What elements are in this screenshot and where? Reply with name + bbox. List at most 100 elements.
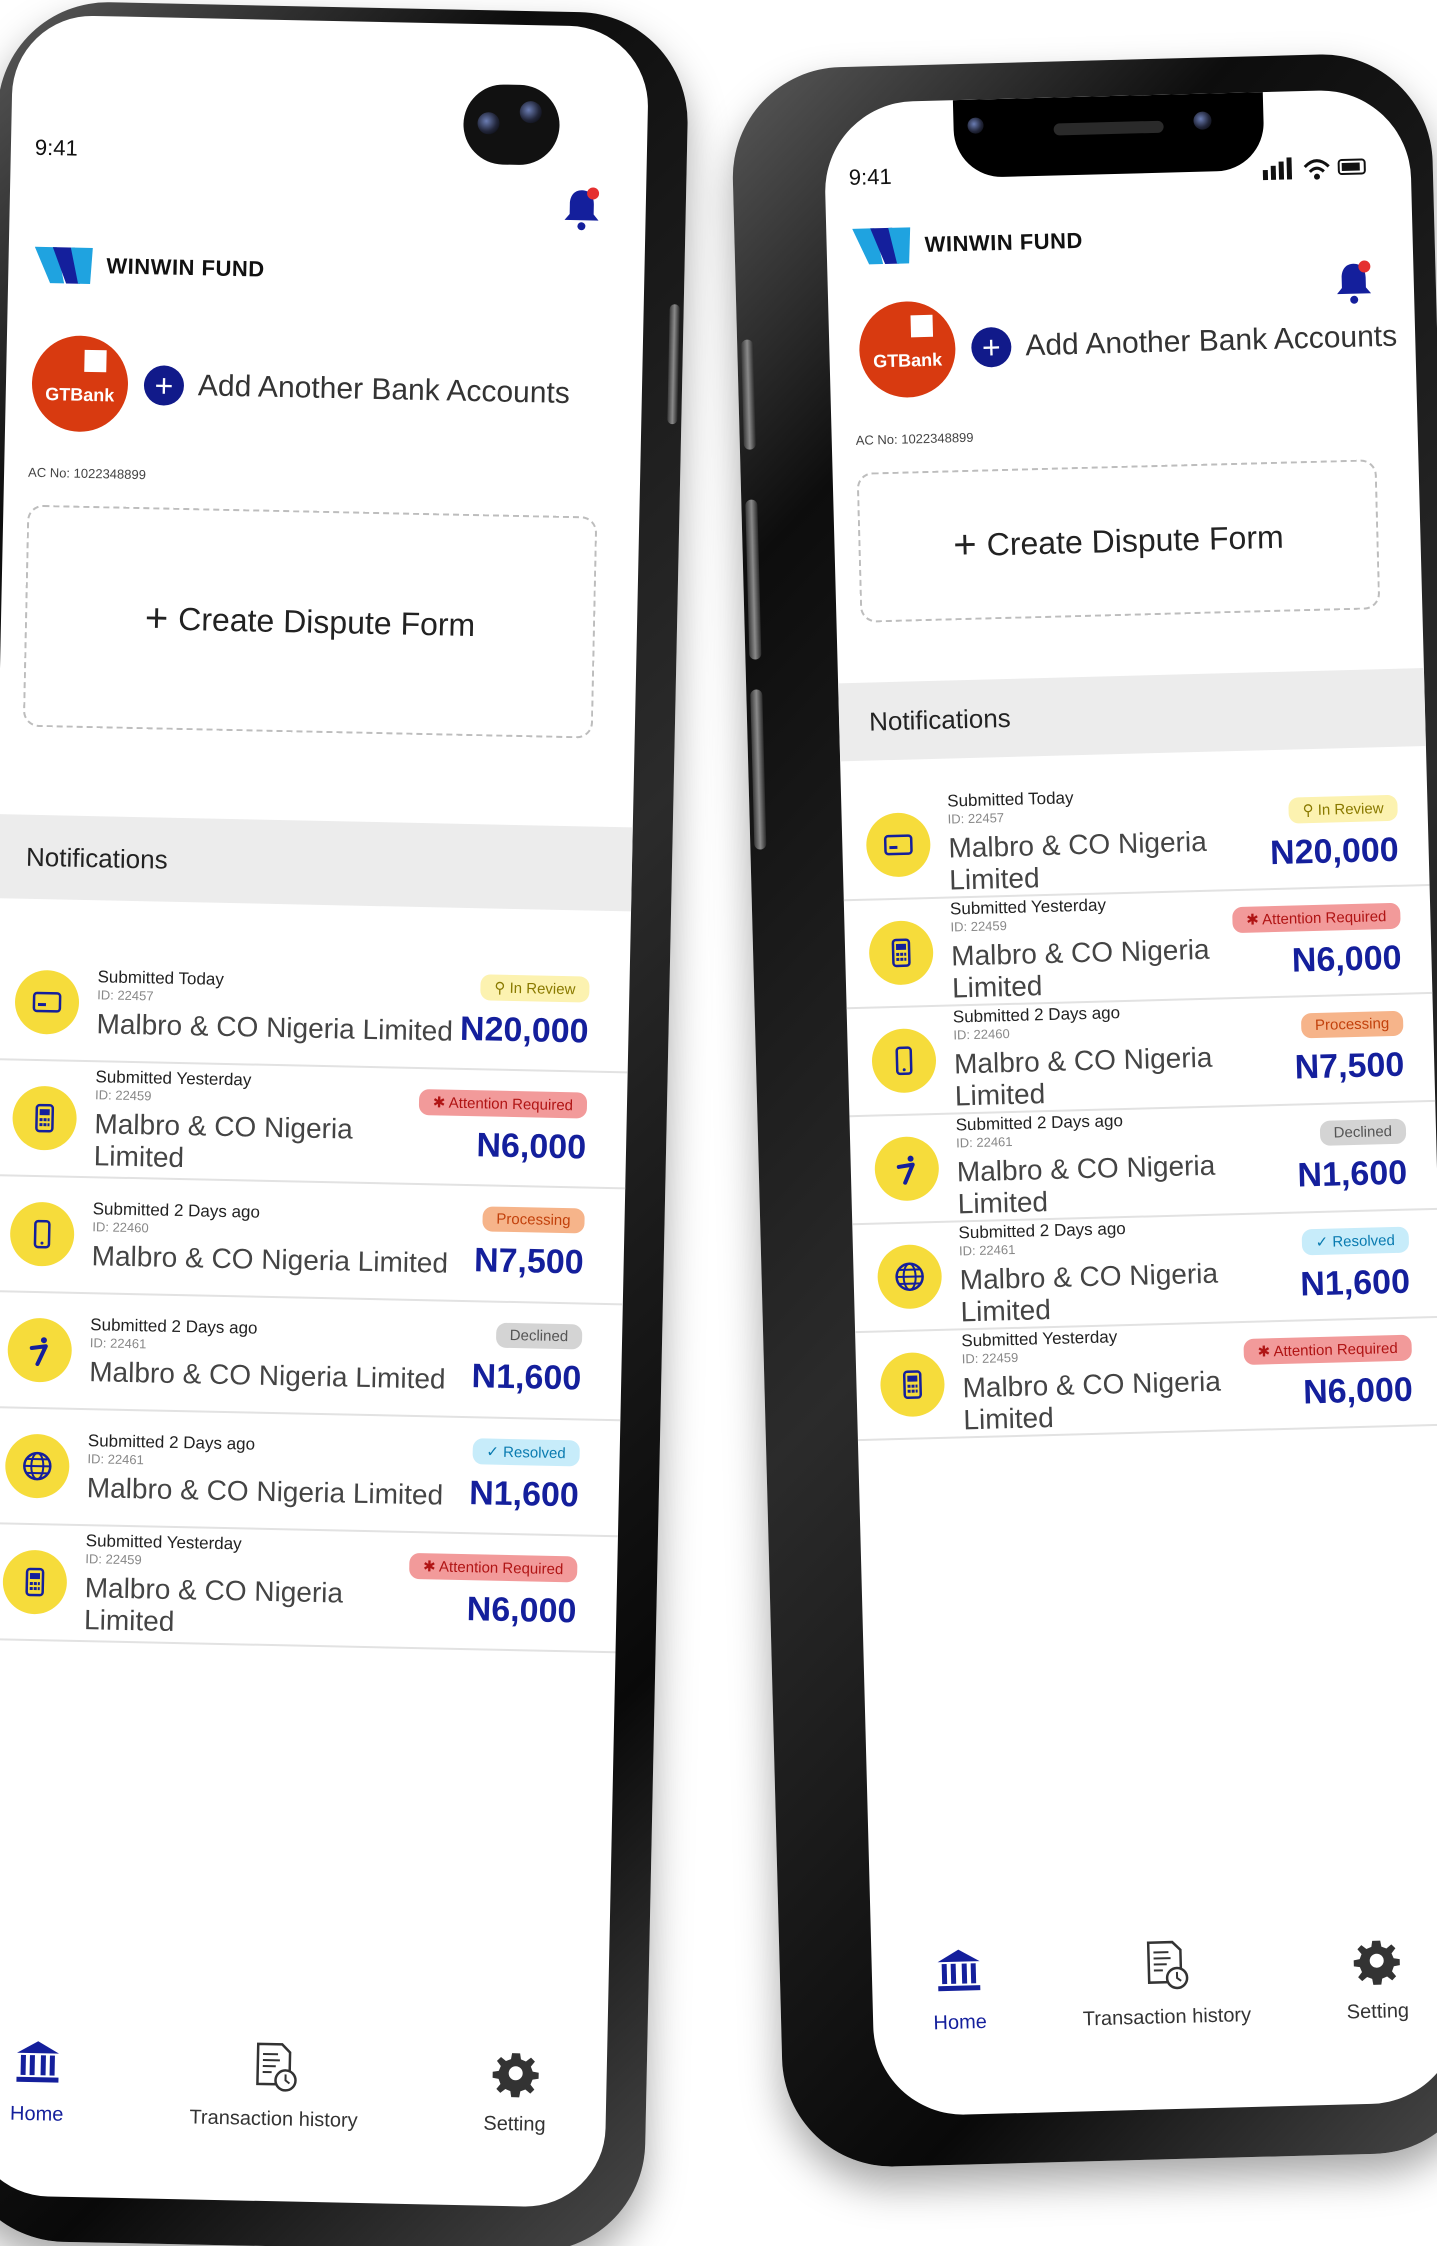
winwin-logo: WINWIN FUND <box>34 243 265 292</box>
tab-label: Home <box>9 2102 64 2126</box>
gear-icon <box>488 2045 543 2114</box>
item-amount: N7,500 <box>473 1241 585 1282</box>
volume-up-button <box>745 499 762 660</box>
status-badge-icon: ✓ <box>1315 1233 1333 1251</box>
winwin-logo: WINWIN FUND <box>852 219 1083 269</box>
notification-list: Submitted Today ID: 22457 Malbro & CO Nige… <box>0 944 631 1654</box>
add-bank-button[interactable]: + <box>970 326 1012 368</box>
item-body: Submitted 2 Days ago ID: 22460 Malbro & CO… <box>953 998 1296 1112</box>
tab-setting[interactable]: Setting <box>483 2045 547 2137</box>
status-badge-label: In Review <box>509 979 576 998</box>
item-merchant: Malbro & CO Nigeria Limited <box>959 1257 1219 1327</box>
item-amount: N6,000 <box>1291 938 1402 980</box>
item-merchant: Malbro & CO Nigeria Limited <box>962 1365 1222 1435</box>
signal-wifi-battery-icon <box>1262 157 1366 181</box>
create-dispute-button[interactable]: + Create Dispute Form <box>22 504 598 739</box>
item-right: Declined N1,600 <box>1296 1118 1408 1196</box>
item-merchant: Malbro & CO Nigeria Limited <box>956 1149 1216 1219</box>
add-bank-label[interactable]: Add Another Bank Accounts <box>198 369 571 411</box>
pos-terminal-icon <box>868 919 934 986</box>
status-badge: ⚲ In Review <box>480 973 590 1003</box>
list-item[interactable]: Submitted 2 Days ago ID: 22461 Malbro & CO… <box>852 1209 1437 1334</box>
status-badge-label: Resolved <box>502 1443 566 1462</box>
tab-home[interactable]: Home <box>9 2035 65 2127</box>
status-badge-label: Attention Required <box>1273 1339 1398 1360</box>
list-item[interactable]: Submitted Today ID: 22457 Malbro & CO Nige… <box>840 778 1430 902</box>
dispute-label: Create Dispute Form <box>177 600 476 643</box>
add-bank-button[interactable]: + <box>143 365 185 406</box>
list-item[interactable]: Submitted Yesterday ID: 22459 Malbro & CO … <box>855 1317 1437 1442</box>
status-badge-icon: ⚲ <box>1302 801 1318 819</box>
status-badge: ⚲ In Review <box>1288 794 1398 824</box>
list-item[interactable]: Submitted Yesterday ID: 22459 Malbro & CO … <box>843 885 1433 1010</box>
status-badge-icon: ✱ <box>1246 910 1263 929</box>
list-item[interactable]: Submitted Yesterday ID: 22459 Malbro & CO … <box>0 1523 618 1654</box>
list-item[interactable]: Submitted 2 Days ago ID: 22461 Malbro & CO… <box>849 1101 1437 1226</box>
item-right: ⚲ In Review N20,000 <box>1269 794 1399 872</box>
item-right: Processing N7,500 <box>474 1206 585 1282</box>
item-right: ✱ Attention Required N6,000 <box>1243 1334 1413 1413</box>
account-number: AC No: 1022348899 <box>855 429 974 448</box>
tab-label: Home <box>933 2010 988 2035</box>
item-right: ✱ Attention Required N6,000 <box>418 1088 588 1168</box>
tab-home[interactable]: Home <box>931 1943 987 2035</box>
item-right: ⚲ In Review N20,000 <box>460 973 590 1051</box>
item-merchant: Malbro & CO Nigeria Limited <box>96 1007 454 1047</box>
status-badge-label: Attention Required <box>438 1558 564 1578</box>
notifications-title: Notifications <box>868 702 1012 737</box>
power-button <box>667 304 680 425</box>
status-badge: ✱ Attention Required <box>418 1088 588 1119</box>
tab-transaction-history[interactable]: Transaction history <box>189 2038 359 2133</box>
interswitch-icon <box>873 1135 940 1202</box>
winwin-logo-icon <box>852 227 911 265</box>
status-badge: Declined <box>1319 1118 1407 1146</box>
status-badge-label: Processing <box>496 1210 571 1230</box>
list-item[interactable]: Submitted Today ID: 22457 Malbro & CO Nige… <box>0 944 631 1074</box>
logo-text: WINWIN FUND <box>106 253 265 282</box>
item-body: Submitted 2 Days ago ID: 22461 Malbro & CO… <box>955 1106 1298 1220</box>
bank-icon <box>931 1943 987 2012</box>
tab-label: Setting <box>483 2112 546 2136</box>
gtbank-account[interactable]: GTBank <box>858 300 957 399</box>
add-bank-label[interactable]: Add Another Bank Accounts <box>1025 320 1398 364</box>
tab-setting[interactable]: Setting <box>1345 1932 1410 2025</box>
plus-icon: + <box>144 595 169 641</box>
status-badge: ✱ Attention Required <box>1231 902 1401 933</box>
item-right: Declined N1,600 <box>471 1322 583 1398</box>
volume-down-button <box>750 689 767 850</box>
bottom-tab-bar: Home Transaction history Setting <box>0 2034 607 2138</box>
bottom-tab-bar: Home Transaction history Setting <box>871 1931 1437 2037</box>
list-item[interactable]: Submitted 2 Days ago ID: 22461 Malbro & CO… <box>0 1407 621 1538</box>
bank-row: GTBank + Add Another Bank Accounts <box>858 289 1398 399</box>
list-item[interactable]: Submitted Yesterday ID: 22459 Malbro & CO … <box>0 1060 628 1190</box>
phone-icon <box>9 1201 75 1267</box>
front-camera <box>462 83 561 166</box>
status-badge: Declined <box>495 1322 583 1350</box>
status-time: 9:41 <box>848 163 892 190</box>
list-item[interactable]: Submitted 2 Days ago ID: 22460 Malbro & CO… <box>0 1176 626 1306</box>
create-dispute-button[interactable]: + Create Dispute Form <box>856 459 1381 623</box>
status-badge: ✓ Resolved <box>1301 1226 1410 1255</box>
status-badge-icon: ⚲ <box>494 979 510 997</box>
item-right: ✱ Attention Required N6,000 <box>1231 902 1402 981</box>
list-item[interactable]: Submitted 2 Days ago ID: 22460 Malbro & CO… <box>846 993 1436 1118</box>
tab-transaction-history[interactable]: Transaction history <box>1081 1936 1252 2031</box>
gtbank-account[interactable]: GTBank <box>30 334 129 433</box>
notifications-title: Notifications <box>25 841 168 875</box>
status-badge-icon: ✱ <box>432 1093 449 1112</box>
status-badge-label: In Review <box>1317 799 1384 819</box>
silent-switch <box>741 339 756 450</box>
list-item[interactable]: Submitted 2 Days ago ID: 22461 Malbro & CO… <box>0 1292 623 1422</box>
item-amount: N1,600 <box>471 1357 582 1398</box>
item-amount: N6,000 <box>1302 1370 1414 1411</box>
globe-icon <box>4 1433 70 1499</box>
item-merchant: Malbro & CO Nigeria Limited <box>93 1107 354 1173</box>
item-amount: N1,600 <box>1296 1153 1408 1195</box>
item-body: Submitted 2 Days ago ID: 22461 Malbro & CO… <box>958 1214 1301 1328</box>
item-merchant: Malbro & CO Nigeria Limited <box>86 1471 444 1511</box>
winwin-logo-icon <box>34 246 93 284</box>
notification-bell-icon[interactable] <box>561 186 602 233</box>
status-badge-label: Resolved <box>1332 1231 1396 1251</box>
left-phone: 9:41 WINWIN FUND GTBank + Add Another Ba… <box>0 0 690 2246</box>
notch <box>952 92 1265 179</box>
